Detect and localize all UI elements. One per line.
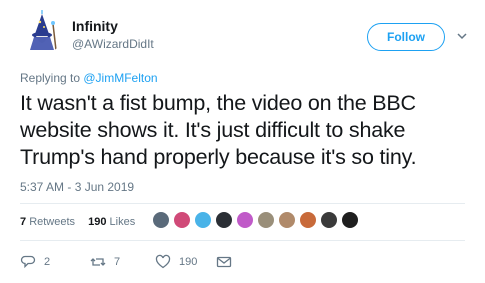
reply-button[interactable]: 2 [20,254,50,270]
like-button[interactable]: 190 [155,254,197,270]
likes-label: Likes [109,216,136,228]
liker-avatar-7[interactable] [278,211,296,229]
heart-icon [155,254,171,269]
divider [20,203,465,204]
envelope-icon [216,256,232,268]
liker-avatars [152,211,362,229]
liker-avatar-3[interactable] [194,211,212,229]
liker-avatar-4[interactable] [215,211,233,229]
chevron-down-icon[interactable] [456,30,468,42]
retweet-button[interactable]: 7 [90,254,120,270]
timestamp[interactable]: 5:37 AM - 3 Jun 2019 [20,180,134,194]
user-handle[interactable]: @AWizardDidIt [72,37,154,51]
divider [20,240,465,241]
liker-avatar-10[interactable] [341,211,359,229]
reply-icon [20,255,36,269]
liker-avatar-1[interactable] [152,211,170,229]
reply-to-link[interactable]: @JimMFelton [83,71,157,85]
follow-button[interactable]: Follow [367,23,445,51]
likes-stat[interactable]: 190 Likes [88,216,135,228]
liker-avatar-8[interactable] [299,211,317,229]
replying-to-label: Replying to [20,71,84,85]
liker-avatar-2[interactable] [173,211,191,229]
liker-avatar-6[interactable] [257,211,275,229]
replying-to: Replying to @JimMFelton [20,71,158,85]
engagement-stats: 7 Retweets 190 Likes [20,216,145,228]
like-count: 190 [179,256,198,268]
direct-message-button[interactable] [216,254,232,270]
retweets-count: 7 [20,216,27,228]
tweet-card: Infinity @AWizardDidIt Follow Replying t… [0,0,485,283]
liker-avatar-9[interactable] [320,211,338,229]
display-name[interactable]: Infinity [72,18,118,34]
likes-count: 190 [88,216,107,228]
retweet-icon [90,258,106,266]
reply-count: 2 [44,256,51,268]
retweet-count: 7 [114,256,121,268]
avatar[interactable] [20,10,64,54]
retweets-label: Retweets [29,216,76,228]
liker-avatar-5[interactable] [236,211,254,229]
tweet-text: It wasn't a fist bump, the video on the … [20,91,417,169]
retweets-stat[interactable]: 7 Retweets [20,216,75,228]
wizard-avatar-icon [20,10,64,54]
